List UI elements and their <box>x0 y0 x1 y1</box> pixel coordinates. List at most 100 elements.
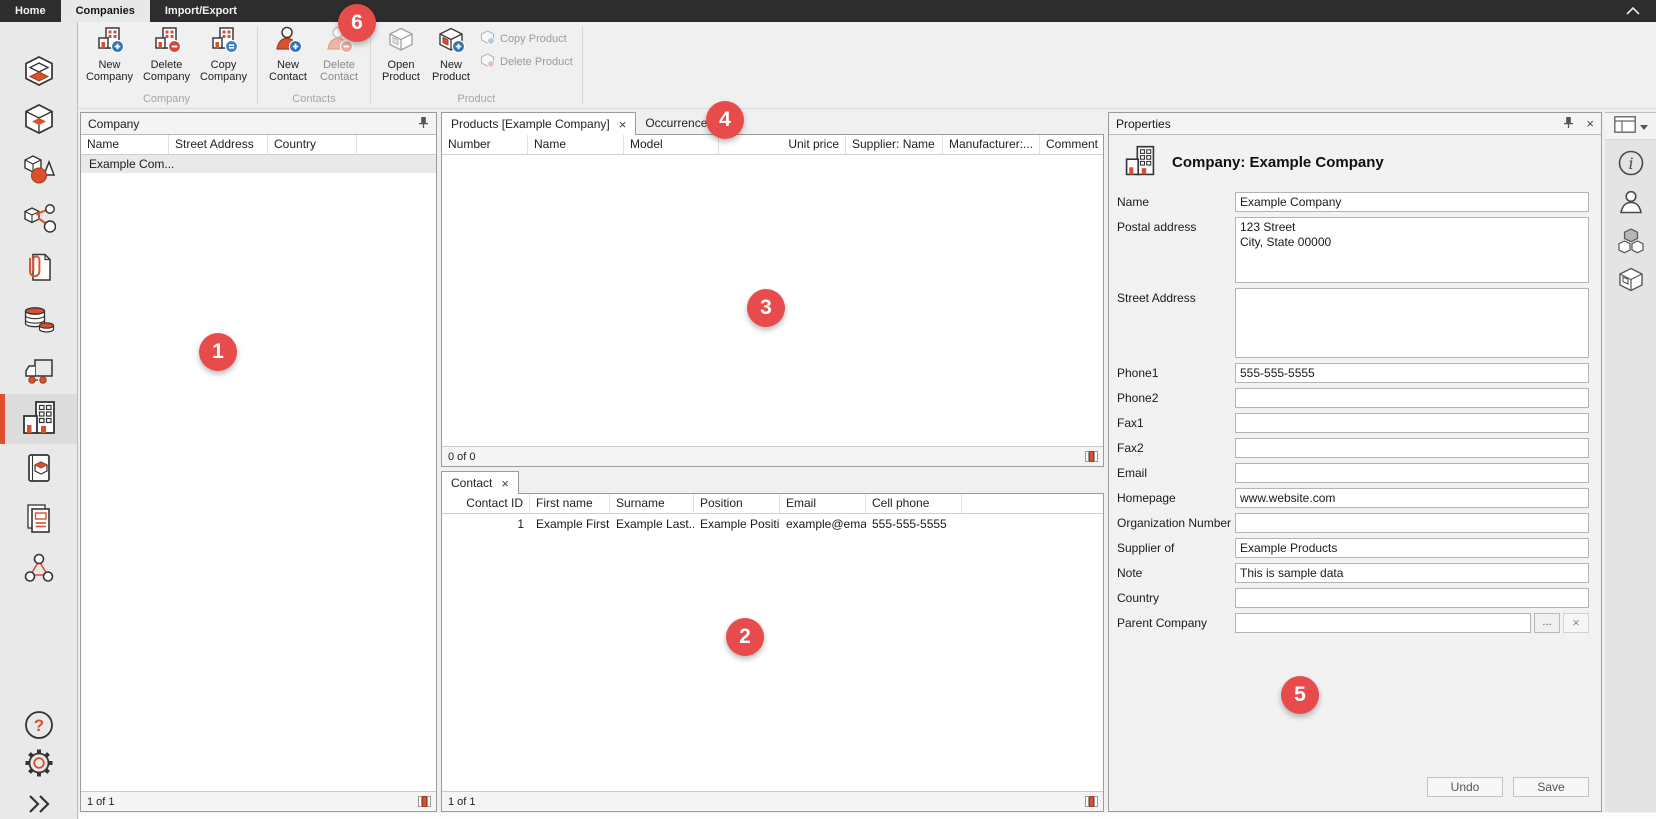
close-icon[interactable]: × <box>1586 117 1594 130</box>
company-panel-title: Company <box>88 117 139 131</box>
sidebar-item-settings[interactable] <box>0 741 77 787</box>
column-header-supplier-name[interactable]: Supplier: Name <box>846 135 943 154</box>
undo-button[interactable]: Undo <box>1427 777 1503 797</box>
delete-company-label: Delete Company <box>138 59 195 83</box>
parent-company-field[interactable] <box>1235 613 1531 633</box>
pin-icon[interactable] <box>418 116 429 132</box>
field-row-organization-number: Organization Number <box>1117 513 1589 533</box>
tab-home[interactable]: Home <box>0 0 61 22</box>
ribbon-group-product-label: Product <box>376 93 577 108</box>
grid-view-icon[interactable] <box>418 795 431 811</box>
column-header-country[interactable]: Country <box>268 135 357 154</box>
field-row-street-address: Street Address <box>1117 288 1589 358</box>
sidebar-item-attachment[interactable] <box>0 245 77 291</box>
field-row-phone2: Phone2 <box>1117 388 1589 408</box>
grid-view-icon[interactable] <box>1085 450 1098 466</box>
note-field[interactable] <box>1235 563 1589 583</box>
sidebar-item-expand[interactable] <box>0 782 77 819</box>
contact-grid-header: Contact ID First name Surname Position E… <box>442 494 1103 514</box>
close-icon[interactable]: × <box>619 118 627 131</box>
collapse-ribbon-button[interactable] <box>1610 0 1656 22</box>
attachment-icon <box>22 251 56 286</box>
column-header-cell-phone[interactable]: Cell phone <box>866 494 962 513</box>
first-name-cell: Example First... <box>530 517 610 531</box>
pin-icon[interactable] <box>1563 116 1574 132</box>
new-contact-button[interactable]: New Contact <box>263 23 313 83</box>
parent-company-clear-button[interactable]: × <box>1563 613 1589 633</box>
new-product-button[interactable]: New Product <box>426 23 476 83</box>
phone1-field[interactable] <box>1235 363 1589 383</box>
sidebar-item-shapes[interactable] <box>0 147 77 193</box>
phone2-field[interactable] <box>1235 388 1589 408</box>
tab-contact[interactable]: Contact × <box>441 471 519 494</box>
fax1-field[interactable] <box>1235 413 1589 433</box>
column-header-email[interactable]: Email <box>780 494 866 513</box>
tab-products-example-company[interactable]: Products [Example Company] × <box>441 112 636 135</box>
network-icon <box>23 553 55 586</box>
street-address-field[interactable] <box>1235 288 1589 358</box>
column-header-name[interactable]: Name <box>528 135 624 154</box>
field-row-phone1: Phone1 <box>1117 363 1589 383</box>
annotation-badge-3: 3 <box>747 289 785 327</box>
organization-number-field[interactable] <box>1235 513 1589 533</box>
column-header-surname[interactable]: Surname <box>610 494 694 513</box>
homepage-field[interactable] <box>1235 488 1589 508</box>
contacts-panel-button[interactable] <box>1617 188 1645 219</box>
save-button[interactable]: Save <box>1513 777 1589 797</box>
open-product-button[interactable]: Open Product <box>376 23 426 83</box>
column-header-first-name[interactable]: First name <box>530 494 610 513</box>
column-header-street-address[interactable]: Street Address <box>169 135 268 154</box>
sidebar-item-open-box[interactable] <box>0 49 77 95</box>
company-status-bar: 1 of 1 <box>81 791 436 811</box>
new-company-button[interactable]: New Company <box>81 23 138 83</box>
company-row-selected[interactable]: Example Com... <box>81 155 436 173</box>
product-box-icon <box>22 451 56 488</box>
delete-product-label: Delete Product <box>500 56 573 68</box>
sidebar-item-delivery-truck[interactable] <box>0 350 77 396</box>
sidebar-item-companies[interactable] <box>0 394 77 444</box>
tab-import-export[interactable]: Import/Export <box>150 0 252 22</box>
sidebar-item-reports[interactable] <box>0 497 77 543</box>
delete-product-button[interactable]: Delete Product <box>480 53 573 71</box>
column-header-name[interactable]: Name <box>81 135 169 154</box>
close-icon[interactable]: × <box>501 477 509 490</box>
package-panel-button[interactable] <box>1617 266 1645 297</box>
help-icon: ? <box>23 709 55 744</box>
column-header-manufacturer[interactable]: Manufacturer:... <box>943 135 1040 154</box>
cubes-icon <box>1617 244 1645 258</box>
column-header-unit-price[interactable]: Unit price <box>719 135 846 154</box>
sidebar-item-product-catalog[interactable] <box>0 446 77 492</box>
contact-grid-body[interactable] <box>442 533 1103 791</box>
sidebar-item-linked-box[interactable] <box>0 197 77 243</box>
parent-company-browse-button[interactable]: ... <box>1534 613 1560 633</box>
sidebar-item-relations[interactable] <box>0 546 77 592</box>
new-company-label: New Company <box>81 59 138 83</box>
contact-row[interactable]: 1 Example First... Example Last... Examp… <box>442 514 1103 533</box>
window-bottom-strip <box>79 813 1656 819</box>
name-field[interactable] <box>1235 192 1589 212</box>
delete-company-button[interactable]: Delete Company <box>138 23 195 83</box>
tab-companies[interactable]: Companies <box>61 0 150 22</box>
annotation-badge-5: 5 <box>1281 676 1319 714</box>
info-panel-button[interactable]: i <box>1617 149 1645 180</box>
company-grid-body[interactable] <box>81 173 436 791</box>
fax2-field[interactable] <box>1235 438 1589 458</box>
open-product-icon <box>387 26 415 57</box>
column-header-number[interactable]: Number <box>442 135 528 154</box>
products-panel-button[interactable] <box>1617 227 1645 258</box>
email-field[interactable] <box>1235 463 1589 483</box>
field-row-name: Name <box>1117 192 1589 212</box>
layout-selector[interactable] <box>1605 113 1656 140</box>
column-header-model[interactable]: Model <box>624 135 719 154</box>
column-header-position[interactable]: Position <box>694 494 780 513</box>
column-header-contact-id[interactable]: Contact ID <box>442 494 530 513</box>
copy-product-button[interactable]: Copy Product <box>480 30 573 48</box>
postal-address-field[interactable]: 123 Street City, State 00000 <box>1235 217 1589 283</box>
sidebar-item-closed-box[interactable] <box>0 97 77 143</box>
sidebar-item-coins[interactable] <box>0 297 77 343</box>
column-header-comment[interactable]: Comment <box>1040 135 1103 154</box>
country-field[interactable] <box>1235 588 1589 608</box>
grid-view-icon[interactable] <box>1085 795 1098 811</box>
supplier-of-field[interactable] <box>1235 538 1589 558</box>
copy-company-button[interactable]: Copy Company <box>195 23 252 83</box>
